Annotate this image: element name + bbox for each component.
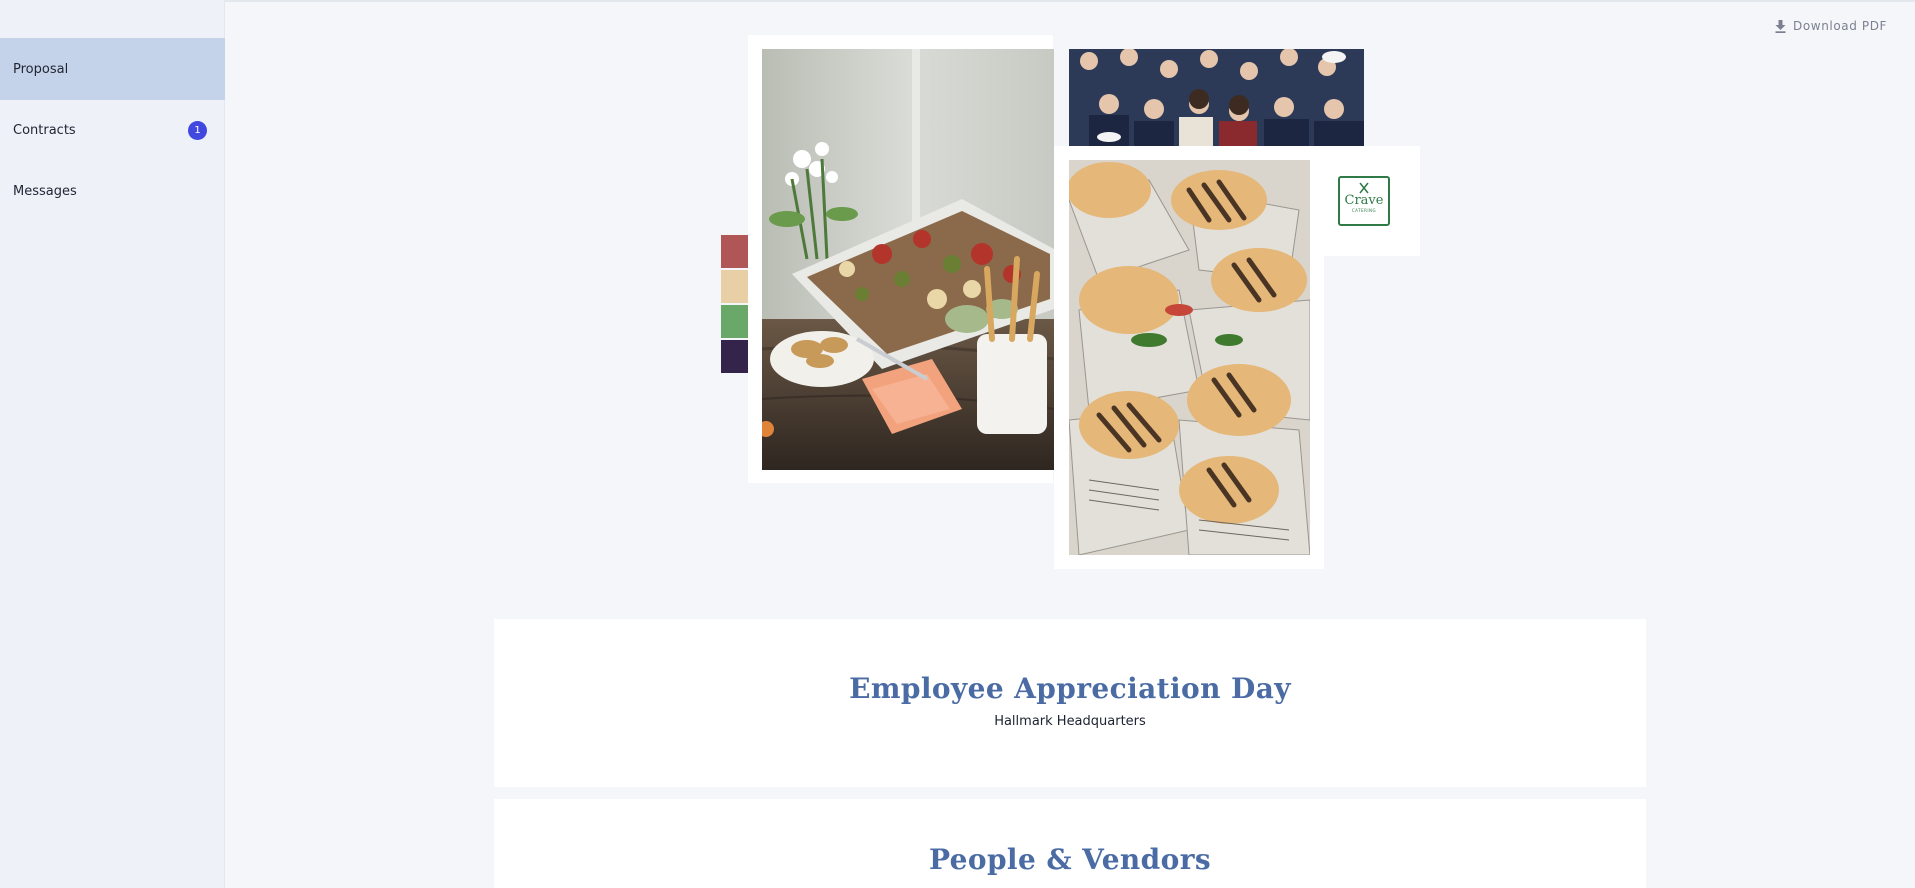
logo-text: Crave bbox=[1344, 193, 1384, 208]
sidebar: Proposal Contracts 1 Messages bbox=[0, 0, 225, 888]
top-border bbox=[0, 0, 1915, 2]
palette-swatch bbox=[721, 235, 748, 268]
sidebar-item-label: Contracts bbox=[13, 122, 76, 138]
event-title: Employee Appreciation Day bbox=[849, 672, 1291, 705]
charcuterie-photo bbox=[762, 49, 1054, 470]
notification-badge: 1 bbox=[188, 121, 207, 140]
palette-swatch bbox=[721, 270, 748, 303]
event-venue: Hallmark Headquarters bbox=[994, 714, 1146, 729]
sidebar-item-label: Messages bbox=[13, 183, 77, 199]
sidebar-item-messages[interactable]: Messages bbox=[0, 160, 225, 222]
download-label: Download PDF bbox=[1793, 19, 1888, 33]
section-title: People & Vendors bbox=[928, 843, 1212, 876]
sandwich-photo bbox=[1069, 160, 1310, 555]
palette-swatch bbox=[721, 305, 748, 338]
event-header-card: Employee Appreciation Day Hallmark Headq… bbox=[494, 619, 1646, 787]
download-icon bbox=[1775, 19, 1786, 33]
crave-catering-logo: Crave CATERING bbox=[1338, 176, 1390, 226]
palette-swatch bbox=[721, 340, 748, 373]
people-vendors-card: People & Vendors bbox=[494, 799, 1646, 888]
logo-card: Crave CATERING bbox=[1310, 146, 1420, 256]
logo-subtext: CATERING bbox=[1351, 208, 1377, 213]
sidebar-item-contracts[interactable]: Contracts 1 bbox=[0, 99, 225, 161]
sidebar-item-label: Proposal bbox=[13, 61, 69, 77]
crowd-photo bbox=[1069, 49, 1364, 146]
download-pdf-button[interactable]: Download PDF bbox=[1775, 19, 1887, 33]
sidebar-item-proposal[interactable]: Proposal bbox=[0, 38, 225, 100]
